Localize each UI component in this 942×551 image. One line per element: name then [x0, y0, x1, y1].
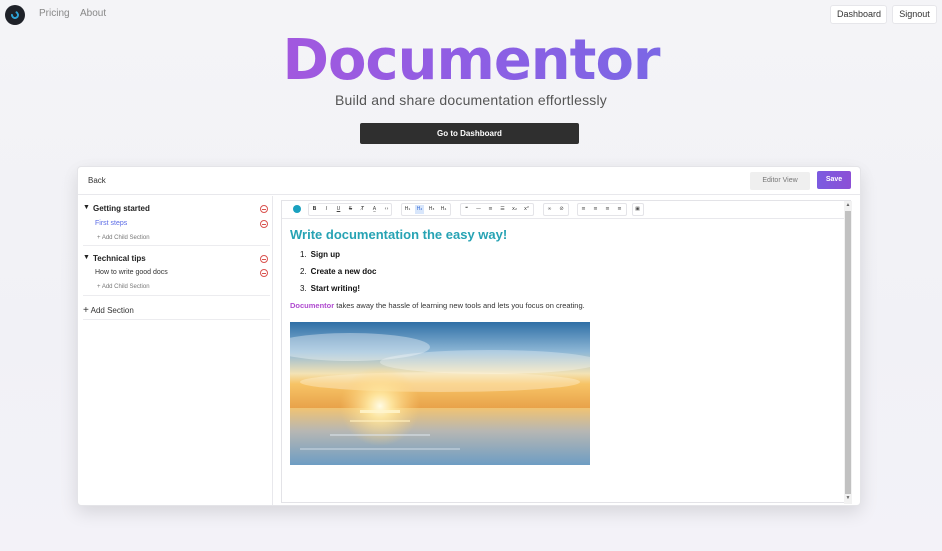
- link-icon[interactable]: ∞: [545, 205, 554, 214]
- signout-button[interactable]: Signout: [892, 5, 937, 24]
- caret-down-icon[interactable]: ▼: [83, 204, 90, 211]
- remove-section-icon[interactable]: [260, 255, 268, 263]
- section-title: Technical tips: [93, 254, 146, 263]
- remove-child-icon[interactable]: [260, 220, 268, 228]
- step-label: Create a new doc: [310, 267, 377, 276]
- add-child-label: Add Child Section: [101, 235, 150, 241]
- editor-card: Back Editor View Save ▼ Getting started …: [77, 166, 861, 506]
- divider: [83, 295, 270, 296]
- editor-view-button[interactable]: Editor View: [750, 172, 810, 190]
- add-section-label: Add Section: [90, 306, 134, 315]
- document-heading: Write documentation the easy way!: [290, 227, 508, 242]
- document-content[interactable]: Write documentation the easy way! 1. Sign…: [290, 227, 840, 310]
- color-picker-icon[interactable]: [293, 205, 301, 213]
- highlight-icon[interactable]: A̲: [370, 205, 379, 214]
- add-child-section-link[interactable]: + Add Child Section: [97, 235, 150, 241]
- sections-sidebar: ▼ Getting started First steps + Add Chil…: [78, 196, 273, 505]
- logo[interactable]: [5, 5, 25, 25]
- remove-section-icon[interactable]: [260, 205, 268, 213]
- dashboard-button[interactable]: Dashboard: [830, 5, 887, 24]
- editor-toolbar: B I U S T̸ A̲ ‹› H₁ H₂ H₃ H₄ ❝ — ≡ ☰ x₂ …: [282, 201, 844, 219]
- horizontal-rule-icon[interactable]: —: [474, 205, 483, 214]
- remove-child-icon[interactable]: [260, 269, 268, 277]
- list-number: 2.: [300, 267, 307, 276]
- align-justify-icon[interactable]: ≡: [615, 205, 624, 214]
- hero-subtitle: Build and share documentation effortless…: [335, 92, 607, 108]
- align-left-icon[interactable]: ≡: [579, 205, 588, 214]
- section-technical-tips[interactable]: ▼ Technical tips: [83, 253, 270, 267]
- list-item: 3. Start writing!: [300, 284, 840, 301]
- nav-link-about[interactable]: About: [80, 8, 106, 19]
- back-link[interactable]: Back: [88, 176, 106, 185]
- logo-mark-icon: [9, 9, 21, 21]
- bullet-list-icon[interactable]: ≡: [486, 205, 495, 214]
- list-number: 3.: [300, 284, 307, 293]
- list-number: 1.: [300, 250, 307, 259]
- clear-format-icon[interactable]: T̸: [358, 205, 367, 214]
- steps-list: 1. Sign up 2. Create a new doc 3. Start wri…: [300, 250, 840, 301]
- align-right-icon[interactable]: ≡: [603, 205, 612, 214]
- sunset-image: [290, 322, 590, 465]
- child-section-first-steps[interactable]: First steps: [95, 220, 127, 227]
- editor-scrollbar[interactable]: ▲ ▼: [844, 201, 852, 504]
- step-label: Start writing!: [310, 284, 361, 293]
- scroll-up-icon[interactable]: ▲: [844, 202, 852, 208]
- quote-icon[interactable]: ❝: [462, 205, 471, 214]
- paragraph-text: takes away the hassle of learning new to…: [334, 301, 585, 310]
- section-getting-started[interactable]: ▼ Getting started: [83, 203, 270, 217]
- step-label: Sign up: [310, 250, 340, 259]
- heading-4-icon[interactable]: H₄: [439, 205, 448, 214]
- add-child-section-link[interactable]: + Add Child Section: [97, 284, 150, 290]
- italic-icon[interactable]: I: [322, 205, 331, 214]
- divider: [83, 245, 270, 246]
- strikethrough-icon[interactable]: S: [346, 205, 355, 214]
- divider: [83, 319, 270, 320]
- heading-1-icon[interactable]: H₁: [403, 205, 412, 214]
- go-to-dashboard-button[interactable]: Go to Dashboard: [360, 123, 579, 144]
- image-icon[interactable]: ▣: [633, 205, 642, 214]
- sunset-illustration: [290, 322, 590, 465]
- add-child-label: Add Child Section: [101, 284, 150, 290]
- scrollbar-thumb[interactable]: [845, 211, 851, 494]
- hero-title: Documentor: [0, 28, 942, 93]
- child-section-how-to-write-good-docs[interactable]: How to write good docs: [95, 269, 168, 276]
- ordered-list-icon[interactable]: ☰: [498, 205, 507, 214]
- brand-name: Documentor: [290, 301, 335, 310]
- underline-icon[interactable]: U: [334, 205, 343, 214]
- add-section-link[interactable]: + Add Section: [83, 305, 134, 316]
- align-center-icon[interactable]: ≡: [591, 205, 600, 214]
- list-item: 1. Sign up: [300, 250, 840, 267]
- unlink-icon[interactable]: ⊘: [557, 205, 566, 214]
- save-button[interactable]: Save: [817, 171, 851, 189]
- nav-link-pricing[interactable]: Pricing: [39, 8, 70, 19]
- editor-card-header: Back Editor View Save: [78, 167, 860, 195]
- list-item: 2. Create a new doc: [300, 267, 840, 284]
- heading-3-icon[interactable]: H₃: [427, 205, 436, 214]
- bold-icon[interactable]: B: [310, 205, 319, 214]
- section-title: Getting started: [93, 204, 150, 213]
- plus-icon: +: [83, 305, 89, 316]
- superscript-icon[interactable]: x²: [522, 205, 531, 214]
- heading-2-icon[interactable]: H₂: [415, 205, 424, 214]
- rich-text-editor[interactable]: B I U S T̸ A̲ ‹› H₁ H₂ H₃ H₄ ❝ — ≡ ☰ x₂ …: [281, 200, 852, 504]
- subscript-icon[interactable]: x₂: [510, 205, 519, 214]
- document-paragraph: Documentor takes away the hassle of lear…: [290, 301, 840, 310]
- code-icon[interactable]: ‹›: [382, 205, 391, 214]
- top-nav: Pricing About Dashboard Signout: [0, 0, 942, 30]
- scroll-down-icon[interactable]: ▼: [844, 495, 852, 501]
- caret-down-icon[interactable]: ▼: [83, 254, 90, 261]
